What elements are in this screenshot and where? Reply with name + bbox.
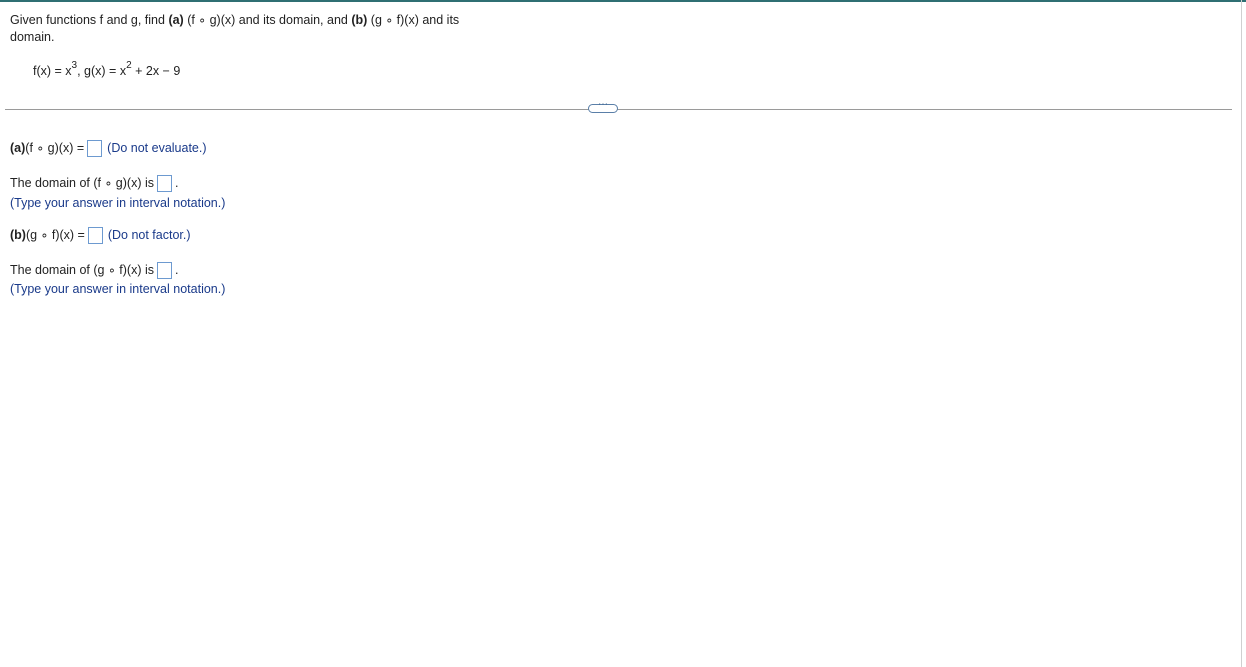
part-a-answer-input[interactable] xyxy=(87,139,103,157)
part-a-row: (a) (f ∘ g)(x) = (Do not evaluate.) xyxy=(10,139,207,157)
g-definition-rest: + 2x − 9 xyxy=(131,64,181,78)
g-definition: , g(x) = x xyxy=(77,64,127,78)
question-text: Given functions f and g, find (a) (f ∘ g… xyxy=(10,12,490,46)
part-b-row: (b) (g ∘ f)(x) = (Do not factor.) xyxy=(10,226,191,244)
part-a-expression: (f ∘ g)(x) = xyxy=(25,141,85,155)
domain-b-period: . xyxy=(174,263,179,277)
g-exponent: 2 xyxy=(126,59,132,71)
part-b-label: (b) xyxy=(10,228,26,242)
given-functions: f(x) = x3, g(x) = x2 + 2x − 9 xyxy=(33,59,181,80)
section-divider xyxy=(5,109,1232,110)
domain-a-row: The domain of (f ∘ g)(x) is . xyxy=(10,174,178,192)
right-border xyxy=(1241,0,1242,667)
part-a-label: (a) xyxy=(10,141,26,155)
question-part-b-label: (b) xyxy=(351,13,368,27)
f-exponent: 3 xyxy=(71,59,78,71)
domain-a-answer-input[interactable] xyxy=(156,174,172,192)
part-a-hint: (Do not evaluate.) xyxy=(107,141,207,155)
question-part-a-label: (a) xyxy=(168,13,184,27)
domain-a-text: The domain of (f ∘ g)(x) is xyxy=(10,176,154,190)
domain-b-answer-input[interactable] xyxy=(156,261,172,279)
part-b-answer-input[interactable] xyxy=(87,226,103,244)
question-pre: Given functions f and g, find xyxy=(10,13,169,27)
part-b-hint: (Do not factor.) xyxy=(107,228,191,242)
part-b-expression: (g ∘ f)(x) = xyxy=(25,228,85,242)
domain-a-hint: (Type your answer in interval notation.) xyxy=(10,196,226,210)
question-part-a-expr: (f ∘ g)(x) and its domain, and xyxy=(183,13,352,27)
top-border xyxy=(0,0,1246,2)
domain-b-hint: (Type your answer in interval notation.) xyxy=(10,282,226,296)
more-options-button[interactable]: ⋯ xyxy=(588,99,618,113)
f-definition: f(x) = x xyxy=(33,64,72,78)
ellipsis-icon: ⋯ xyxy=(598,99,608,110)
domain-b-row: The domain of (g ∘ f)(x) is . xyxy=(10,261,178,279)
domain-b-text: The domain of (g ∘ f)(x) is xyxy=(10,263,154,277)
domain-a-period: . xyxy=(174,176,179,190)
